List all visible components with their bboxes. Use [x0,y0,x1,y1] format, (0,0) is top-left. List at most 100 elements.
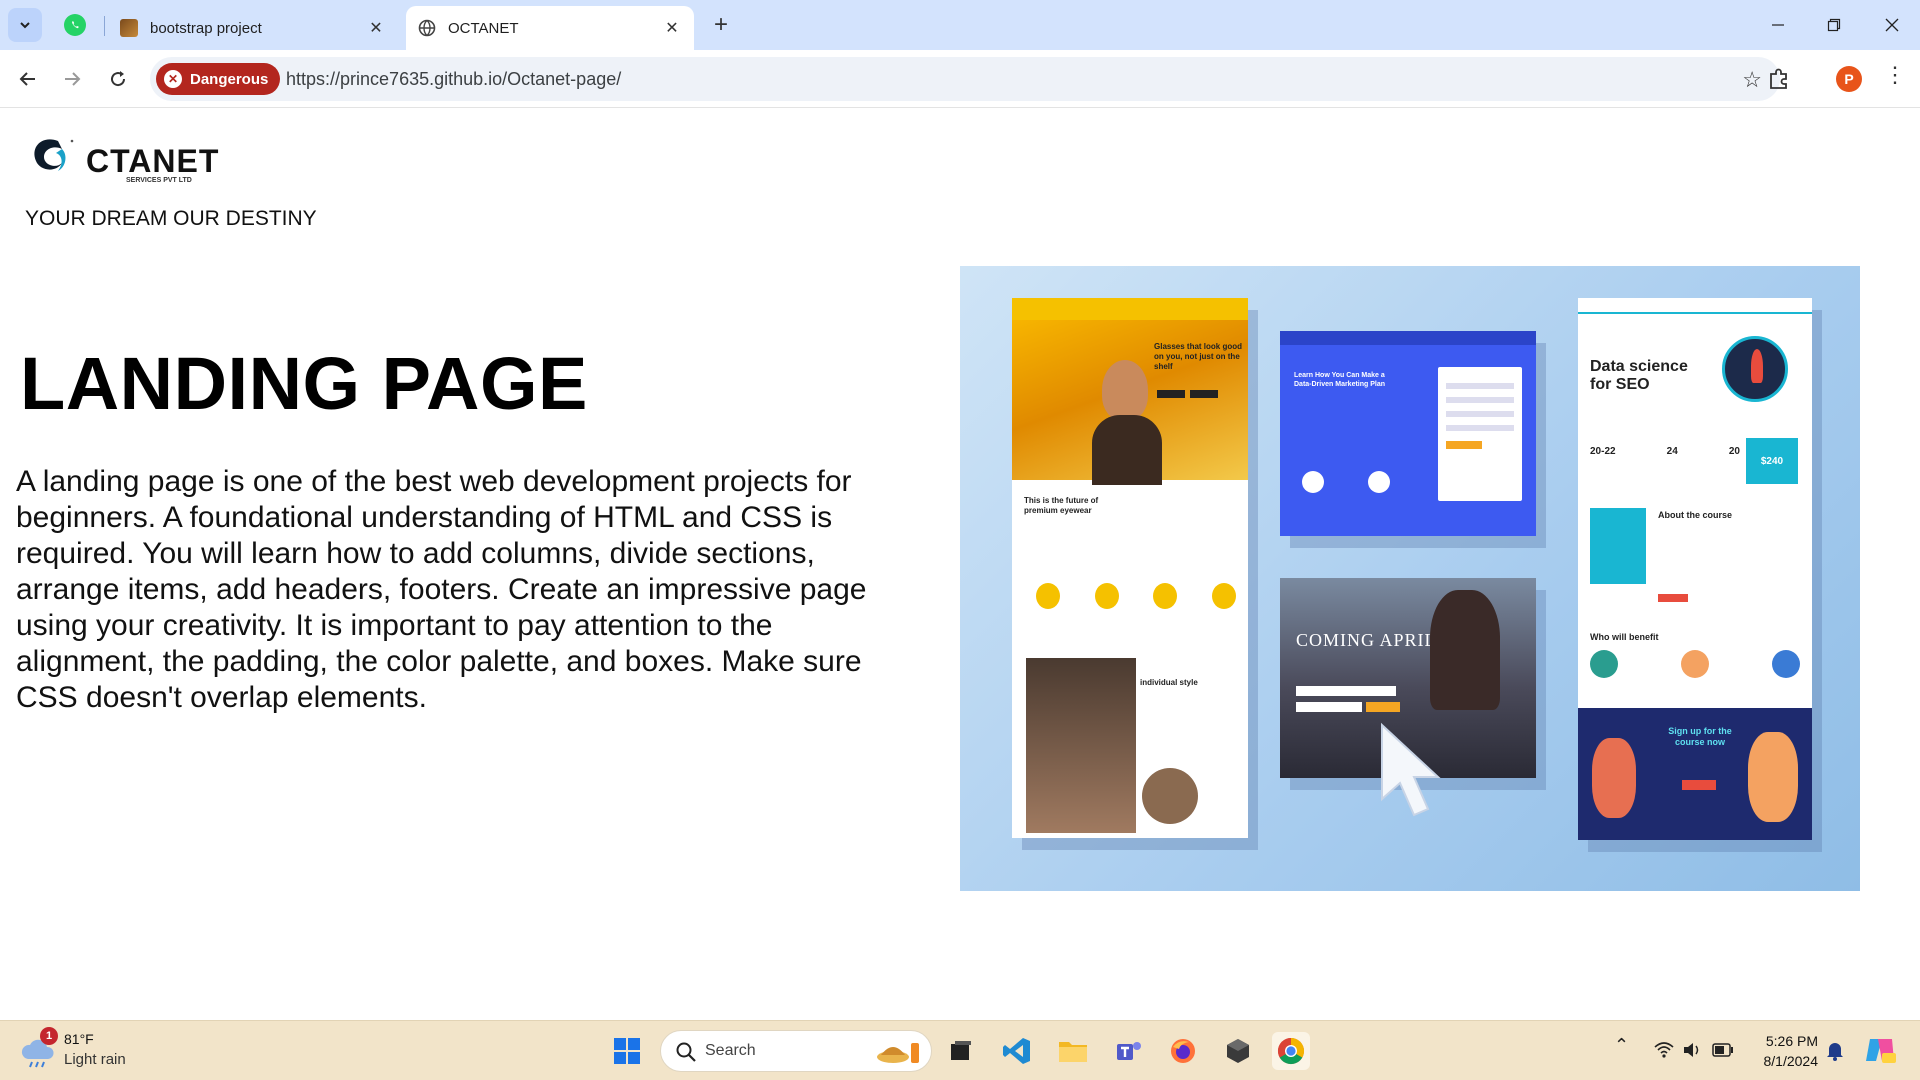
mockup-header-bar [1578,298,1812,314]
about-course-label: About the course [1658,510,1733,520]
firefox-button[interactable] [1164,1032,1202,1070]
illustration-person [1748,732,1798,822]
signup-label: Sign up for the course now [1668,726,1732,747]
teams-icon [1117,1042,1141,1060]
tab-title: bootstrap project [150,19,262,37]
avatar [1302,471,1324,493]
folder-icon [1059,1042,1087,1062]
back-button[interactable] [12,63,44,95]
mockup-heading: Glasses that look good on you, not just … [1154,342,1243,371]
restore-button[interactable] [1806,0,1862,50]
hexagon-app-icon [1227,1039,1249,1063]
stat-seats: 20 [1728,446,1740,457]
mockup-subheading: This is the future of premium eyewear [1024,496,1099,515]
chrome-icon [1277,1037,1305,1065]
url-text[interactable]: https://prince7635.github.io/Octanet-pag… [286,69,621,90]
reload-icon [111,71,126,87]
extensions-puzzle-icon[interactable] [1766,66,1792,92]
stat-sessions: 24 [1666,446,1678,457]
reload-button[interactable] [102,63,134,95]
person-body [1092,415,1162,485]
notification-badge: 1 [40,1027,58,1045]
wifi-icon[interactable] [1654,1041,1674,1059]
octanet-logo[interactable]: CTANET SERVICES PVT LTD [28,123,218,189]
illustration-person [1592,738,1636,818]
profile-avatar[interactable]: P [1836,66,1862,92]
windows-logo-icon [614,1038,640,1064]
course-image [1590,508,1646,584]
weather-temperature: 81°F [64,1031,94,1047]
system-clock[interactable]: 5:26 PM 8/1/2024 [1752,1031,1819,1071]
security-chip-label: Dangerous [190,70,269,88]
tab-search-button[interactable] [8,8,42,42]
app-button[interactable] [1219,1032,1257,1070]
mockup-header-bar [1012,298,1248,320]
mockup-heading: Learn How You Can Make a Data-Driven Mar… [1294,372,1386,388]
file-explorer-button[interactable] [1054,1032,1092,1070]
bookmark-star-icon[interactable]: ☆ [1742,67,1762,93]
vscode-button[interactable] [998,1032,1036,1070]
mockup-input [1296,686,1396,696]
mockup-button [1682,780,1716,790]
forward-button[interactable] [56,63,88,95]
taskbar: 1 81°F Light rain Search ⌃ 5:26 PM 8/1/2… [0,1020,1920,1080]
volume-icon[interactable] [1682,1041,1702,1059]
page-description: A landing page is one of the best web de… [16,465,867,714]
whatsapp-icon[interactable] [64,14,86,36]
product-dots [1036,583,1236,609]
danger-icon: ✕ [164,70,182,88]
search-icon [676,1042,696,1062]
tray-overflow-chevron-icon[interactable]: ⌃ [1614,1035,1629,1056]
tab-strip: bootstrap project ✕ OCTANET ✕ + [0,0,1920,50]
hero-image: Glasses that look good on you, not just … [960,266,1860,891]
avatar [1368,471,1390,493]
address-bar[interactable]: ✕ Dangerous https://prince7635.github.io… [150,57,1780,101]
mockup-button [1366,702,1400,712]
notification-bell-icon[interactable] [1826,1041,1844,1061]
benefit-avatars [1590,650,1800,680]
mockup-input [1296,702,1362,712]
clock-time: 5:26 PM [1765,1033,1818,1049]
mockup-heading: Data science for SEO [1590,358,1688,393]
teams-button[interactable] [1110,1032,1148,1070]
price-box: $240 [1746,438,1798,484]
close-icon[interactable]: ✕ [662,18,682,38]
mockup-form [1438,367,1522,501]
task-view-button[interactable] [942,1032,980,1070]
rocket-badge [1722,336,1788,402]
weather-widget[interactable]: 1 81°F Light rain [20,1027,170,1073]
bootstrap-favicon-icon [120,19,138,37]
search-label: Search [705,1042,756,1059]
security-warning-chip[interactable]: ✕ Dangerous [156,63,281,95]
tab-title: OCTANET [448,19,519,37]
battery-icon[interactable] [1712,1043,1734,1057]
start-button[interactable] [608,1032,646,1070]
mockup-button [1157,390,1185,398]
mockup-header-bar [1280,331,1536,345]
chrome-button[interactable] [1272,1032,1310,1070]
portraits-collage [1026,658,1136,833]
person-silhouette [1430,590,1500,710]
copilot-icon[interactable] [1864,1035,1896,1065]
mockup-marketing: Learn How You Can Make a Data-Driven Mar… [1280,331,1536,536]
taskbar-search[interactable]: Search [660,1030,932,1072]
web-page: CTANET SERVICES PVT LTD YOUR DREAM OUR D… [0,109,1920,1020]
mockup-button [1658,594,1688,602]
page-headline: LANDING PAGE [20,342,588,425]
mockup-eyewear: Glasses that look good on you, not just … [1012,298,1248,838]
menu-kebab-icon[interactable]: ⋮ [1884,64,1906,86]
minimize-button[interactable] [1750,0,1806,50]
tab-bootstrap-project[interactable]: bootstrap project ✕ [108,6,398,50]
course-stats: 20-22 24 20 [1590,446,1740,457]
sunflower-photo: Glasses that look good on you, not just … [1012,320,1248,485]
tab-separator [104,16,105,36]
cursor-arrow-icon [1381,722,1441,817]
close-icon[interactable]: ✕ [366,18,386,38]
weather-condition: Light rain [64,1051,126,1068]
new-tab-button[interactable]: + [708,11,734,38]
close-window-button[interactable] [1864,0,1920,50]
tab-octanet[interactable]: OCTANET ✕ [406,6,694,50]
task-view-icon [951,1041,971,1060]
person-silhouette [1102,360,1148,420]
mockup-seo-course: Data science for SEO 20-22 24 20 $240 Ab… [1578,298,1812,840]
